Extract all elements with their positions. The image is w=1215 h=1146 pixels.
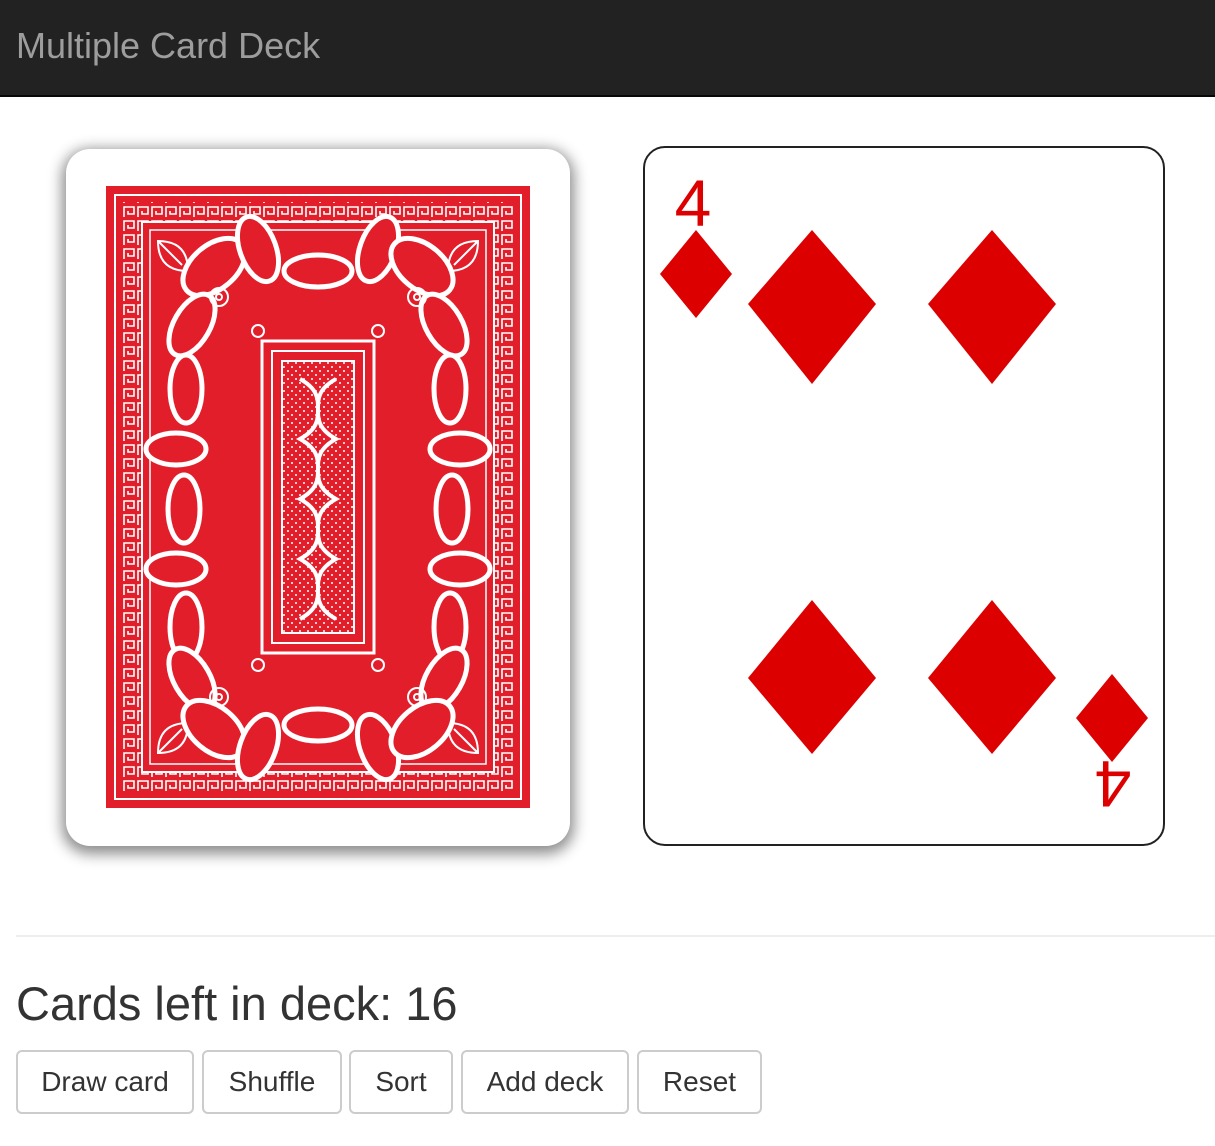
diamond-icon — [928, 600, 1056, 754]
draw-card-button[interactable]: Draw card — [16, 1050, 194, 1114]
diamond-icon — [928, 230, 1056, 384]
navbar-brand[interactable]: Multiple Card Deck — [16, 24, 320, 68]
navbar: Multiple Card Deck — [0, 0, 1215, 97]
diamond-icon — [660, 230, 732, 318]
deck-card-back[interactable] — [66, 149, 570, 846]
diamond-icon — [748, 230, 876, 384]
add-deck-button[interactable]: Add deck — [461, 1050, 629, 1114]
card-rank-bottom: 4 — [1095, 747, 1132, 821]
cards-left-label: Cards left in deck: 16 — [16, 977, 458, 1030]
reset-button[interactable]: Reset — [637, 1050, 762, 1114]
shuffle-button[interactable]: Shuffle — [202, 1050, 342, 1114]
drawn-card-four-of-diamonds[interactable]: 4 4 — [643, 146, 1165, 846]
diamond-icon — [748, 600, 876, 754]
section-divider — [16, 935, 1215, 937]
card-rank-top: 4 — [675, 166, 712, 240]
card-face-art: 4 4 — [660, 166, 1148, 821]
sort-button[interactable]: Sort — [349, 1050, 453, 1114]
card-back-pattern — [106, 186, 530, 808]
